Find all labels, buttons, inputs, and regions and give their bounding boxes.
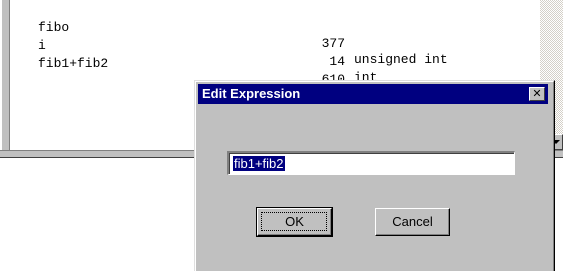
watch-row-name: fib1+fib2 <box>38 56 109 71</box>
watch-row[interactable]: i 14 int <box>11 22 540 85</box>
focus-rect <box>261 212 327 231</box>
cancel-button-label: Cancel <box>392 214 433 229</box>
watch-window-border <box>0 0 10 152</box>
dialog-frame <box>195 81 554 271</box>
watch-row-value: 14 <box>329 54 345 69</box>
cancel-button[interactable]: Cancel <box>375 208 450 236</box>
edit-expression-dialog: Edit Expression ✕ fib1+fib2 OK Cancel <box>194 80 555 271</box>
watch-row[interactable]: fibo 377 unsigned int <box>11 4 540 67</box>
close-icon: ✕ <box>532 87 542 100</box>
watch-row[interactable]: fib1+fib2 610 <box>11 40 540 87</box>
ok-button[interactable]: OK <box>256 207 333 237</box>
expression-input-value: fib1+fib2 <box>233 156 285 171</box>
dialog-title: Edit Expression <box>202 86 301 101</box>
close-button[interactable]: ✕ <box>529 87 545 101</box>
dialog-title-bar[interactable]: Edit Expression ✕ <box>198 84 548 104</box>
expression-input[interactable]: fib1+fib2 <box>227 151 515 175</box>
